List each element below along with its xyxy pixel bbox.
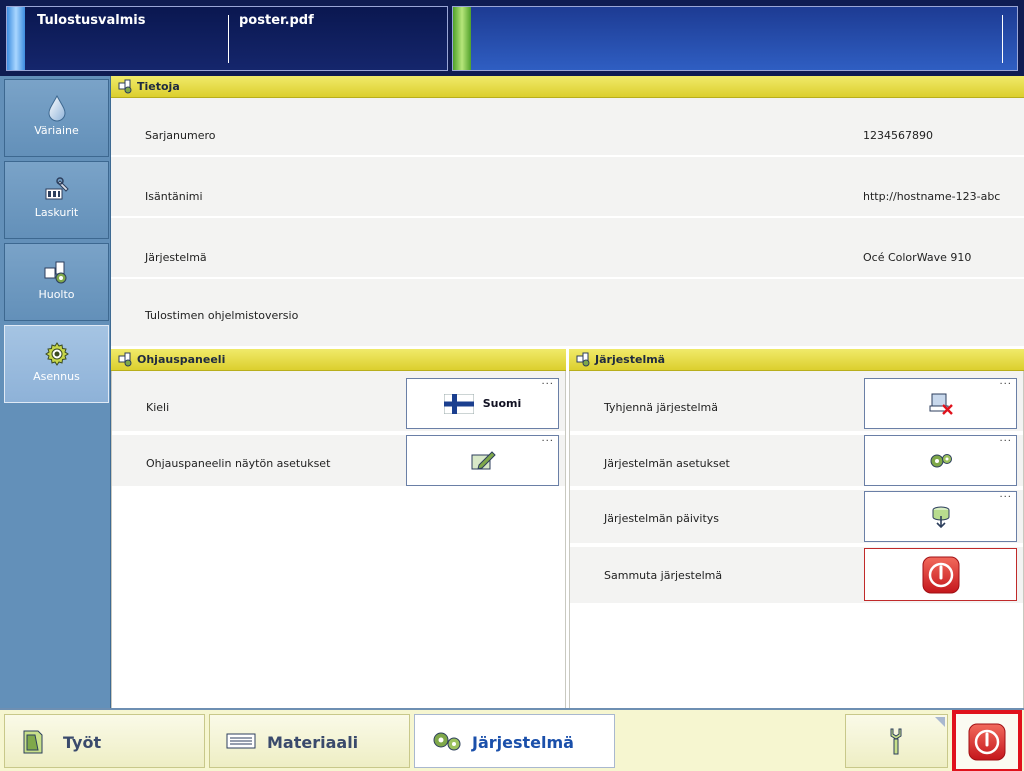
row-label: Ohjauspaneelin näytön asetukset — [146, 457, 331, 470]
sidebar-item-huolto[interactable]: Huolto — [4, 243, 109, 321]
printer-status-panel[interactable]: Tulostusvalmis poster.pdf — [6, 6, 448, 71]
row-display-settings: Ohjauspaneelin näytön asetukset ... — [112, 433, 565, 488]
tab-materiaali[interactable]: Materiaali — [209, 714, 410, 768]
sidebar-item-variaine[interactable]: Väriaine — [4, 79, 109, 157]
system-settings-icon — [930, 453, 952, 467]
queue-stripe — [453, 7, 471, 70]
more-options-indicator: ... — [999, 433, 1012, 444]
control-panel-section: Kieli ... Suomi Ohjauspaneelin näytön as… — [111, 371, 566, 708]
system-section: Tyhjennä järjestelmä ... Järjestelmän as… — [569, 371, 1024, 708]
info-label: Järjestelmä — [145, 251, 207, 264]
info-section-title: Tietoja — [137, 80, 180, 93]
system-settings-button[interactable]: ... — [864, 433, 1017, 486]
printer-state-text: Tulostusvalmis — [37, 13, 146, 28]
sidebar-item-label: Asennus — [33, 370, 80, 383]
queue-divider — [1002, 15, 1003, 63]
status-divider — [228, 15, 229, 63]
row-label: Sammuta järjestelmä — [604, 569, 723, 582]
row-system-update: Järjestelmän päivitys ... — [570, 489, 1023, 545]
language-button[interactable]: ... Suomi — [406, 376, 559, 429]
row-label: Järjestelmän päivitys — [604, 512, 720, 525]
display-settings-button[interactable]: ... — [406, 433, 559, 486]
sidebar: Väriaine Laskurit Huolto Asennus — [0, 76, 111, 708]
info-section: Sarjanumero 1234567890 Isäntänimi http:/… — [111, 98, 1024, 346]
queue-status-panel[interactable] — [452, 6, 1018, 71]
clear-system-icon — [929, 393, 953, 415]
row-label: Järjestelmän asetukset — [604, 457, 730, 470]
section-settings-icon — [118, 352, 132, 367]
tools-button[interactable] — [845, 714, 948, 768]
control-panel-section-title: Ohjauspaneeli — [137, 353, 226, 366]
info-label: Sarjanumero — [145, 129, 216, 142]
jobs-icon — [23, 730, 43, 754]
info-row-serial: Sarjanumero 1234567890 — [111, 98, 1024, 157]
info-label: Isäntänimi — [145, 190, 203, 203]
sidebar-item-label: Huolto — [38, 288, 75, 301]
wrench-icon — [890, 728, 902, 755]
finland-flag-icon — [443, 393, 474, 414]
row-label: Kieli — [146, 401, 170, 414]
more-options-indicator: ... — [999, 376, 1012, 387]
section-settings-icon — [576, 352, 590, 367]
more-options-indicator: ... — [541, 433, 554, 444]
sidebar-item-label: Laskurit — [34, 206, 79, 219]
language-value: Suomi — [482, 397, 522, 410]
toner-drop-icon — [47, 94, 66, 122]
info-row-hostname: Isäntänimi http://hostname-123-abc — [111, 159, 1024, 218]
media-icon — [226, 733, 256, 749]
more-options-indicator: ... — [541, 376, 554, 387]
counters-icon — [45, 177, 69, 200]
tab-label: Materiaali — [267, 733, 359, 752]
info-label: Tulostimen ohjelmistoversio — [145, 309, 299, 322]
row-shutdown: Sammuta järjestelmä — [570, 547, 1023, 603]
system-icon — [433, 732, 461, 751]
corner-indicator-icon — [935, 717, 945, 727]
settings-gear-icon — [44, 342, 69, 366]
info-value: 1234567890 — [863, 129, 933, 142]
status-bar: Tulostusvalmis poster.pdf — [0, 0, 1024, 76]
system-section-header: Järjestelmä — [569, 349, 1024, 371]
system-update-icon — [932, 506, 949, 528]
row-label: Tyhjennä järjestelmä — [604, 401, 718, 414]
sidebar-item-label: Väriaine — [34, 124, 79, 137]
info-row-system: Järjestelmä Océ ColorWave 910 — [111, 220, 1024, 279]
edit-screen-icon — [471, 450, 496, 470]
sidebar-item-laskurit[interactable]: Laskurit — [4, 161, 109, 239]
tab-jarjestelma[interactable]: Järjestelmä — [414, 714, 615, 768]
clear-system-button[interactable]: ... — [864, 376, 1017, 429]
power-button[interactable] — [952, 710, 1022, 771]
control-panel-section-header: Ohjauspaneeli — [111, 349, 566, 371]
info-value: Océ ColorWave 910 — [863, 251, 972, 264]
shutdown-icon — [922, 556, 959, 593]
row-system-settings: Järjestelmän asetukset ... — [570, 433, 1023, 488]
tab-tyot[interactable]: Työt — [4, 714, 205, 768]
power-icon — [968, 723, 1006, 761]
section-settings-icon — [118, 79, 132, 94]
status-stripe — [7, 7, 25, 70]
row-clear-system: Tyhjennä järjestelmä ... — [570, 371, 1023, 433]
sidebar-item-asennus[interactable]: Asennus — [4, 325, 109, 403]
bottom-navigation: Työt Materiaali Järjestelmä — [0, 708, 1024, 771]
maintenance-icon — [44, 261, 66, 284]
tab-label: Työt — [63, 733, 102, 752]
info-value: http://hostname-123-abc — [863, 190, 1001, 203]
more-options-indicator: ... — [999, 489, 1012, 500]
system-section-title: Järjestelmä — [595, 353, 666, 366]
row-language: Kieli ... Suomi — [112, 371, 565, 433]
info-row-software-version: Tulostimen ohjelmistoversio — [111, 281, 1024, 346]
shutdown-button[interactable] — [864, 548, 1017, 601]
current-file-text: poster.pdf — [239, 13, 314, 28]
tab-label: Järjestelmä — [472, 733, 574, 752]
system-update-button[interactable]: ... — [864, 489, 1017, 542]
info-section-header: Tietoja — [111, 76, 1024, 98]
